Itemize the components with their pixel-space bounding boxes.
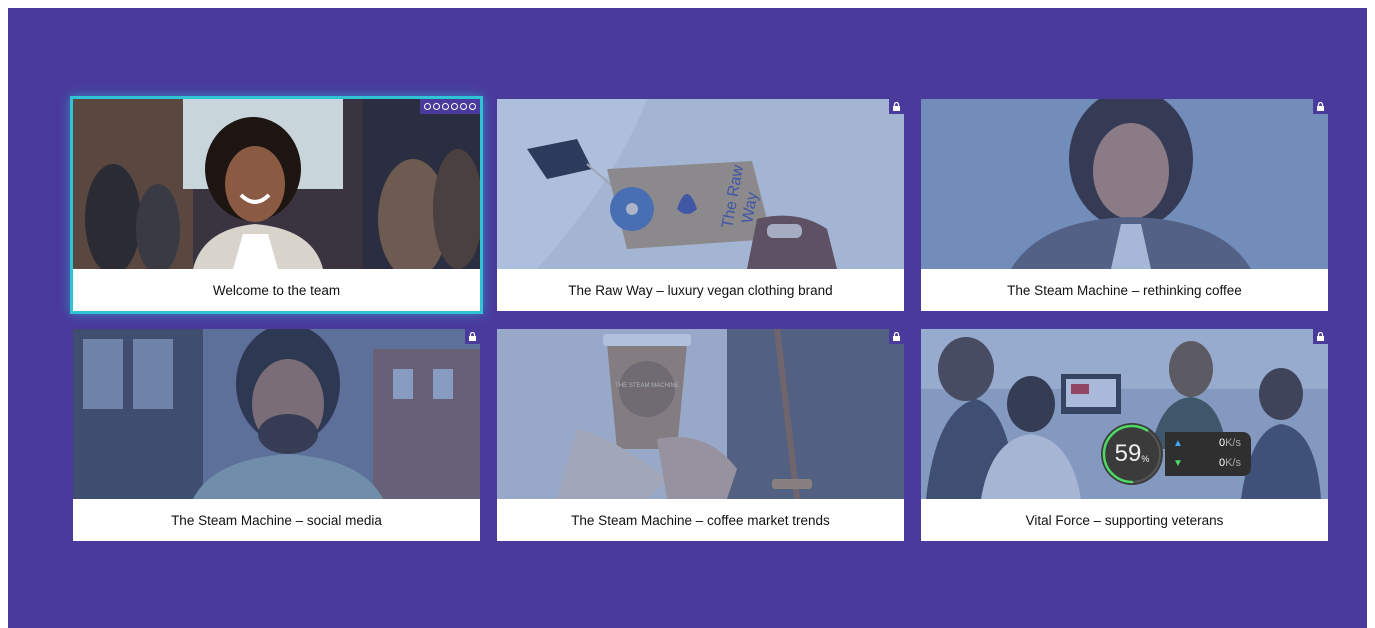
course-card-steam-machine-social[interactable]: The Steam Machine – social media xyxy=(73,329,480,541)
progress-dot xyxy=(424,103,431,110)
image-tint xyxy=(73,329,480,499)
thumbnail-clothing-tag: The Raw Way xyxy=(497,99,904,269)
card-caption: The Steam Machine – social media xyxy=(73,499,480,541)
upload-speed: 0K/s xyxy=(1218,437,1241,449)
course-card-steam-machine-market[interactable]: THE STEAM MACHINE The Steam Machine – co… xyxy=(497,329,904,541)
card-caption: Vital Force – supporting veterans xyxy=(921,499,1328,541)
card-caption: The Steam Machine – coffee market trends xyxy=(497,499,904,541)
download-row: ▼ 0K/s xyxy=(1173,457,1251,469)
card-caption: The Steam Machine – rethinking coffee xyxy=(921,269,1328,311)
progress-dot xyxy=(460,103,467,110)
upload-arrow-icon: ▲ xyxy=(1173,437,1183,449)
image-tint xyxy=(497,329,904,499)
upload-row: ▲ 0K/s xyxy=(1173,437,1251,449)
image-tint xyxy=(921,99,1328,269)
thumbnail-coffee-handover: THE STEAM MACHINE xyxy=(497,329,904,499)
image-tint xyxy=(497,99,904,269)
speed-panel: ▲ 0K/s ▼ 0K/s xyxy=(1165,432,1251,476)
card-caption: Welcome to the team xyxy=(73,269,480,311)
thumbnail-man-street xyxy=(73,329,480,499)
lock-icon xyxy=(889,99,904,114)
course-card-raw-way[interactable]: The Raw Way The Raw Way – luxury vegan c… xyxy=(497,99,904,311)
lock-icon xyxy=(889,329,904,344)
lock-icon xyxy=(1313,329,1328,344)
progress-dots-badge xyxy=(420,99,480,114)
lock-icon xyxy=(1313,99,1328,114)
progress-dot xyxy=(442,103,449,110)
download-speed: 0K/s xyxy=(1218,457,1241,469)
progress-dot xyxy=(433,103,440,110)
usage-percent: 59% xyxy=(1114,440,1150,467)
card-caption: The Raw Way – luxury vegan clothing bran… xyxy=(497,269,904,311)
course-card-welcome[interactable]: Welcome to the team xyxy=(70,96,483,314)
thumbnail-woman-portrait xyxy=(921,99,1328,269)
progress-dot xyxy=(451,103,458,110)
download-arrow-icon: ▼ xyxy=(1173,457,1183,469)
network-speed-widget[interactable]: ▲ 0K/s ▼ 0K/s 59% xyxy=(1101,423,1251,485)
lock-icon xyxy=(465,329,480,344)
course-card-steam-machine-coffee[interactable]: The Steam Machine – rethinking coffee xyxy=(921,99,1328,311)
progress-dot xyxy=(469,103,476,110)
thumbnail-woman-smiling xyxy=(73,99,480,269)
